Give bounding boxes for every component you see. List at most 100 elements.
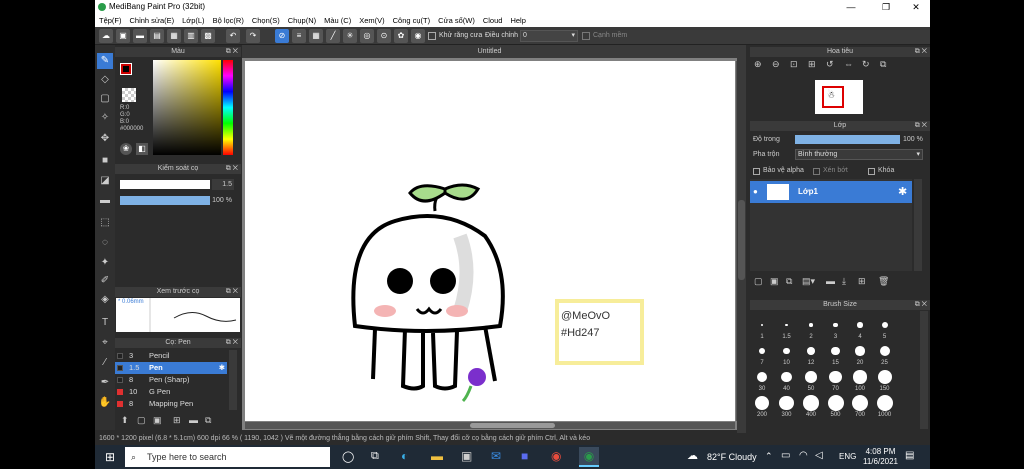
brush-size-dot[interactable]: [809, 323, 813, 327]
rotate-right-icon[interactable]: ↻: [862, 59, 870, 70]
layer-scrollbar[interactable]: [914, 179, 922, 271]
panel-close-icon[interactable]: ⧉ ✕: [226, 338, 238, 348]
chrome-icon[interactable]: ◉: [551, 449, 561, 463]
brush-folder-icon[interactable]: ▬: [189, 415, 198, 425]
snap-curve-icon[interactable]: ⊙: [377, 29, 391, 43]
brush-size-dot[interactable]: [831, 346, 840, 356]
antialias-checkbox[interactable]: [428, 32, 436, 40]
select-tool-icon[interactable]: ⬚: [97, 215, 113, 231]
select-pen-icon[interactable]: ✐: [97, 273, 113, 289]
notification-icon[interactable]: ▤: [905, 450, 914, 461]
snap-radial-icon[interactable]: ✳: [343, 29, 357, 43]
brush-menu-icon[interactable]: ▣: [153, 415, 162, 426]
delete-layer-icon[interactable]: 🗑: [878, 276, 889, 287]
color-saturation-box[interactable]: [153, 60, 221, 155]
move-tool-icon[interactable]: ✥: [97, 131, 113, 147]
brush-settings-icon[interactable]: ⊞: [173, 415, 181, 426]
panel-close-icon[interactable]: ⧉ ✕: [226, 287, 238, 297]
panel-close-icon[interactable]: ⧉ ✕: [226, 164, 238, 174]
hand-tool-icon[interactable]: ✋: [97, 395, 113, 411]
protect-alpha-checkbox[interactable]: [753, 168, 760, 175]
brush-size-dot[interactable]: [805, 371, 817, 383]
brush-size-dot[interactable]: [876, 395, 893, 411]
brush-size-dot[interactable]: [833, 322, 838, 328]
menu-select[interactable]: Chọn(S): [248, 14, 284, 27]
panel-close-icon[interactable]: ⧉ ✕: [226, 47, 238, 57]
menu-help[interactable]: Help: [506, 14, 529, 27]
brush-size-dot[interactable]: [781, 371, 792, 383]
gradient-tool-icon[interactable]: ▬: [97, 193, 113, 209]
eraser-tool-icon[interactable]: ◇: [97, 72, 113, 88]
rectangle-tool-icon[interactable]: ▢: [97, 91, 113, 107]
layer-settings-icon[interactable]: ⊞: [858, 276, 866, 287]
brush-size-dot[interactable]: [755, 396, 769, 410]
magic-wand-icon[interactable]: ✧: [97, 110, 113, 126]
panel-close-icon[interactable]: ⧉ ✕: [915, 300, 927, 310]
pen-icon[interactable]: ✒: [97, 375, 113, 391]
menu-layer[interactable]: Lớp(L): [178, 14, 208, 27]
panel-close-icon[interactable]: ⧉ ✕: [915, 47, 927, 57]
task-view-icon[interactable]: ◯: [342, 450, 354, 463]
list-item[interactable]: 1.5 Pen ✱: [115, 362, 227, 374]
brush-size-dot[interactable]: [785, 323, 788, 327]
medibang-taskbar-icon[interactable]: ◉: [579, 447, 599, 467]
brush-size-slider[interactable]: [120, 180, 210, 189]
brush-list-scrollbar[interactable]: [229, 350, 237, 410]
brush-size-dot[interactable]: [779, 395, 794, 411]
save-icon[interactable]: ▣: [116, 29, 130, 43]
brush-size-dot[interactable]: [877, 370, 892, 384]
scrollbar-thumb[interactable]: [738, 200, 745, 280]
operation-tool-icon[interactable]: ⌖: [97, 335, 113, 351]
menu-view[interactable]: Xem(V): [355, 14, 388, 27]
layout-icon[interactable]: ▦: [167, 29, 181, 43]
fit-icon[interactable]: ⊡: [790, 59, 798, 70]
scrollbar-thumb[interactable]: [470, 423, 555, 428]
comment-icon[interactable]: ▬: [133, 29, 147, 43]
snap-settings-icon[interactable]: ✿: [394, 29, 408, 43]
menu-snap[interactable]: Chụp(N): [284, 14, 320, 27]
brush-opacity-value[interactable]: 100 %: [212, 195, 234, 206]
brush-copy-icon[interactable]: ⧉: [205, 415, 211, 426]
lock-checkbox[interactable]: [868, 168, 875, 175]
file-explorer-icon[interactable]: ▬: [431, 449, 443, 463]
actual-size-icon[interactable]: ⊞: [808, 59, 816, 70]
canvas-vertical-scrollbar[interactable]: [737, 45, 746, 433]
new-brush-icon[interactable]: ▢: [137, 415, 146, 426]
horizontal-scrollbar[interactable]: [245, 422, 735, 429]
transparent-color-swatch[interactable]: [122, 88, 136, 102]
navigator-thumbnail[interactable]: ☃: [815, 80, 863, 114]
list-item[interactable]: 10 G Pen: [115, 386, 225, 398]
canvas-area[interactable]: @MeOvO #Hd247: [242, 58, 737, 430]
grid-icon[interactable]: ▩: [201, 29, 215, 43]
brush-tool-icon[interactable]: ✎: [97, 53, 113, 69]
brush-size-dot[interactable]: [759, 348, 765, 354]
edge-checkbox[interactable]: [582, 32, 590, 40]
brush-size-value[interactable]: 1.5: [212, 179, 234, 190]
menu-window[interactable]: Cửa sổ(W): [434, 14, 479, 27]
drawing-canvas[interactable]: @MeOvO #Hd247: [245, 61, 735, 421]
wifi-icon[interactable]: ◠: [799, 450, 808, 461]
brush-size-dot[interactable]: [757, 372, 767, 382]
text-tool-icon[interactable]: T: [97, 315, 113, 331]
snap-ellipse-icon[interactable]: ◉: [411, 29, 425, 43]
flip-icon[interactable]: ⇔: [844, 59, 853, 69]
duplicate-layer-icon[interactable]: ⧉: [786, 276, 792, 287]
mail-icon[interactable]: ✉: [491, 449, 501, 463]
weather-text[interactable]: 82°F Cloudy: [707, 452, 757, 462]
brush-size-dot[interactable]: [879, 346, 890, 356]
rotate-left-icon[interactable]: ↺: [826, 59, 834, 70]
reset-view-icon[interactable]: ⧉: [880, 59, 886, 70]
frame-icon[interactable]: ▥: [184, 29, 198, 43]
cloud-icon[interactable]: ☁: [99, 29, 113, 43]
bucket-tool-icon[interactable]: ◪: [97, 173, 113, 189]
menu-edit[interactable]: Chỉnh sửa(E): [126, 14, 179, 27]
menu-cloud[interactable]: Cloud: [479, 14, 507, 27]
brush-size-dot[interactable]: [807, 347, 815, 355]
tray-arrow-icon[interactable]: ⌃: [765, 451, 773, 462]
wand-select-icon[interactable]: ✦: [97, 255, 113, 271]
snap-parallel-icon[interactable]: ≡: [292, 29, 306, 43]
clip-checkbox[interactable]: [813, 168, 820, 175]
color-history-icon[interactable]: ◧: [136, 143, 148, 155]
layer-opacity-slider[interactable]: [795, 135, 900, 144]
windows-start-icon[interactable]: ⊞: [105, 450, 115, 464]
